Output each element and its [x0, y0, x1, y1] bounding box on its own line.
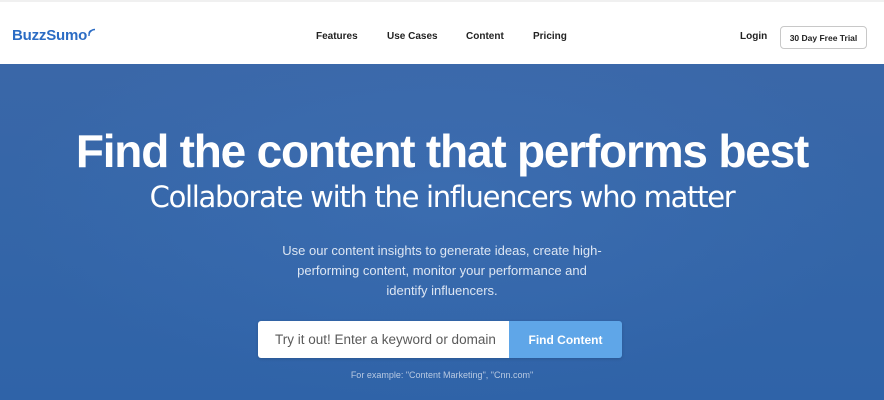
hero-subtitle: Collaborate with the influencers who mat… — [149, 180, 736, 214]
hero-title: Find the content that performs best — [75, 125, 810, 177]
search-example-hint: For example: "Content Marketing", "Cnn.c… — [350, 370, 534, 380]
search-input[interactable] — [258, 321, 509, 358]
nav-item-content[interactable]: Content — [466, 31, 504, 42]
nav-item-pricing[interactable]: Pricing — [533, 31, 567, 42]
free-trial-button[interactable]: 30 Day Free Trial — [780, 26, 867, 49]
top-navigation-bar: BuzzSumo Features Use Cases Content Pric… — [0, 0, 884, 64]
nav-item-features[interactable]: Features — [316, 31, 358, 42]
login-link[interactable]: Login — [740, 31, 767, 42]
nav-item-use-cases[interactable]: Use Cases — [387, 31, 438, 42]
hero-description: Use our content insights to generate ide… — [282, 243, 602, 298]
search-form: Find Content — [258, 321, 622, 358]
hero-section: Find the content that performs best Coll… — [0, 64, 884, 400]
find-content-button[interactable]: Find Content — [509, 321, 622, 358]
